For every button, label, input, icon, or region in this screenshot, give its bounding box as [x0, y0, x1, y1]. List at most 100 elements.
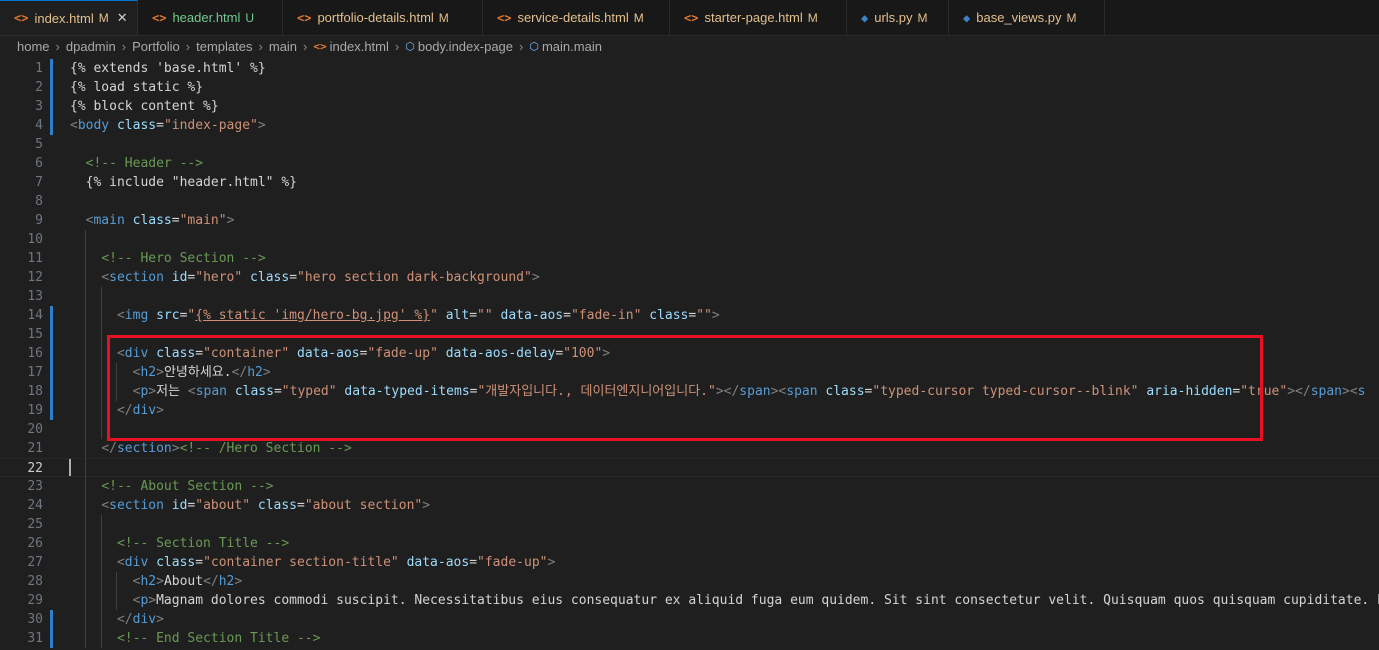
code-line[interactable]: 28 <h2>About</h2>	[0, 572, 1379, 591]
code-line[interactable]: 1 {% extends 'base.html' %}	[0, 59, 1379, 78]
tab-urls-py[interactable]: ◆ urls.py M	[847, 0, 949, 35]
code-line[interactable]: 20	[0, 420, 1379, 439]
breadcrumb-item[interactable]: dpadmin	[66, 39, 116, 54]
git-change-marker[interactable]	[50, 97, 53, 116]
code-line[interactable]: 11 <!-- Hero Section -->	[0, 249, 1379, 268]
code-token: {% load static %}	[70, 80, 204, 95]
code-token: =	[555, 346, 564, 361]
code-token: 저는	[156, 384, 188, 399]
code-token: section	[109, 498, 164, 513]
code-line[interactable]: 19 </div>	[0, 401, 1379, 420]
chevron-right-icon: ›	[185, 38, 191, 54]
code-text: {% include "header.html" %}	[70, 173, 297, 192]
git-change-marker[interactable]	[50, 363, 53, 382]
code-token: data-aos	[297, 346, 360, 361]
code-line[interactable]: 13	[0, 287, 1379, 306]
code-token: src	[156, 308, 180, 323]
code-line[interactable]: 25	[0, 515, 1379, 534]
code-token: =	[156, 118, 164, 133]
line-number: 11	[27, 251, 43, 266]
code-token: "hero"	[195, 270, 243, 285]
code-line[interactable]: 4 <body class="index-page">	[0, 116, 1379, 135]
breadcrumb-item[interactable]: index.html	[330, 39, 389, 54]
code-line[interactable]: 30 </div>	[0, 610, 1379, 629]
close-icon[interactable]: ✕	[117, 10, 128, 26]
tab-base_views-py[interactable]: ◆ base_views.py M	[949, 0, 1105, 35]
code-line[interactable]: 17 <h2>안녕하세요.</h2>	[0, 363, 1379, 382]
code-token: "index-page"	[163, 118, 258, 133]
code-token: >	[171, 441, 180, 456]
code-text: <p>Magnam dolores commodi suscipit. Nece…	[70, 591, 1379, 610]
code-line[interactable]: 18 <p>저는 <span class="typed" data-typed-…	[0, 382, 1379, 401]
html-file-icon: <>	[313, 39, 327, 53]
code-token: span	[739, 384, 771, 399]
code-line[interactable]: 29 <p>Magnam dolores commodi suscipit. N…	[0, 591, 1379, 610]
git-change-marker[interactable]	[50, 78, 53, 97]
code-token: id	[171, 270, 188, 285]
code-token: data-typed-items	[344, 384, 470, 399]
code-token: data-aos-delay	[445, 346, 556, 361]
indent-guide	[85, 325, 86, 344]
breadcrumb-item[interactable]: Portfolio	[132, 39, 180, 54]
git-change-marker[interactable]	[50, 629, 53, 648]
code-line[interactable]: 23 <!-- About Section -->	[0, 477, 1379, 496]
code-line[interactable]: 27 <div class="container section-title" …	[0, 553, 1379, 572]
code-line[interactable]: 12 <section id="hero" class="hero sectio…	[0, 268, 1379, 287]
code-line[interactable]: 8	[0, 192, 1379, 211]
git-status-badge: U	[245, 10, 255, 25]
code-line[interactable]: 7 {% include "header.html" %}	[0, 173, 1379, 192]
code-line[interactable]: 9 <main class="main">	[0, 211, 1379, 230]
code-editor[interactable]: 1 {% extends 'base.html' %} 2 {% load stati…	[0, 57, 1379, 650]
code-line[interactable]: 21 </section><!-- /Hero Section -->	[0, 439, 1379, 458]
git-change-marker[interactable]	[50, 382, 53, 401]
code-line[interactable]: 14 <img src = "{% static 'img/hero-bg.jpg'…	[0, 306, 1379, 325]
code-line[interactable]: 24 <section id="about" class="about sect…	[0, 496, 1379, 515]
code-token: h2	[247, 365, 263, 380]
code-token: =	[195, 346, 204, 361]
tab-service-details-html[interactable]: <> service-details.html M	[483, 0, 670, 35]
code-token: s	[1357, 384, 1366, 399]
code-line[interactable]: 10	[0, 230, 1379, 249]
code-line[interactable]: 6 <!-- Header -->	[0, 154, 1379, 173]
code-line[interactable]: 26 <!-- Section Title -->	[0, 534, 1379, 553]
code-line[interactable]: 15	[0, 325, 1379, 344]
code-line[interactable]: 3 {% block content %}	[0, 97, 1379, 116]
tab-header-html[interactable]: <> header.html U	[138, 0, 283, 35]
git-status-badge: M	[633, 10, 644, 25]
code-line[interactable]: 5	[0, 135, 1379, 154]
tab-label: portfolio-details.html	[317, 10, 434, 25]
line-number: 15	[27, 327, 43, 342]
line-number: 4	[35, 118, 43, 133]
line-number: 14	[27, 308, 43, 323]
code-token: ""	[477, 308, 493, 323]
git-change-marker[interactable]	[50, 59, 53, 78]
git-change-marker[interactable]	[50, 344, 53, 363]
breadcrumb-item[interactable]: main.main	[542, 39, 602, 54]
code-line[interactable]: 16 <div class="container" data-aos="fade…	[0, 344, 1379, 363]
git-change-marker[interactable]	[50, 325, 53, 344]
git-change-marker[interactable]	[50, 306, 53, 325]
tab-portfolio-details-html[interactable]: <> portfolio-details.html M	[283, 0, 483, 35]
html-file-icon: <>	[14, 11, 29, 25]
breadcrumb-item[interactable]: templates	[196, 39, 252, 54]
code-token: >	[422, 498, 431, 513]
code-token: =	[563, 308, 571, 323]
git-change-marker[interactable]	[50, 610, 53, 629]
code-line[interactable]: 22	[0, 458, 1379, 478]
breadcrumb-item[interactable]: home	[17, 39, 50, 54]
git-change-marker[interactable]	[50, 401, 53, 420]
git-change-marker[interactable]	[50, 116, 53, 135]
code-token: >	[547, 555, 556, 570]
code-line[interactable]: 31 <!-- End Section Title -->	[0, 629, 1379, 648]
code-line[interactable]: 2 {% load static %}	[0, 78, 1379, 97]
breadcrumb-item[interactable]: body.index-page	[418, 39, 513, 54]
tab-starter-page-html[interactable]: <> starter-page.html M	[670, 0, 847, 35]
tab-index-html[interactable]: <> index.html M ✕	[0, 0, 138, 35]
breadcrumb-item[interactable]: main	[269, 39, 297, 54]
code-token: data-aos	[500, 308, 564, 323]
